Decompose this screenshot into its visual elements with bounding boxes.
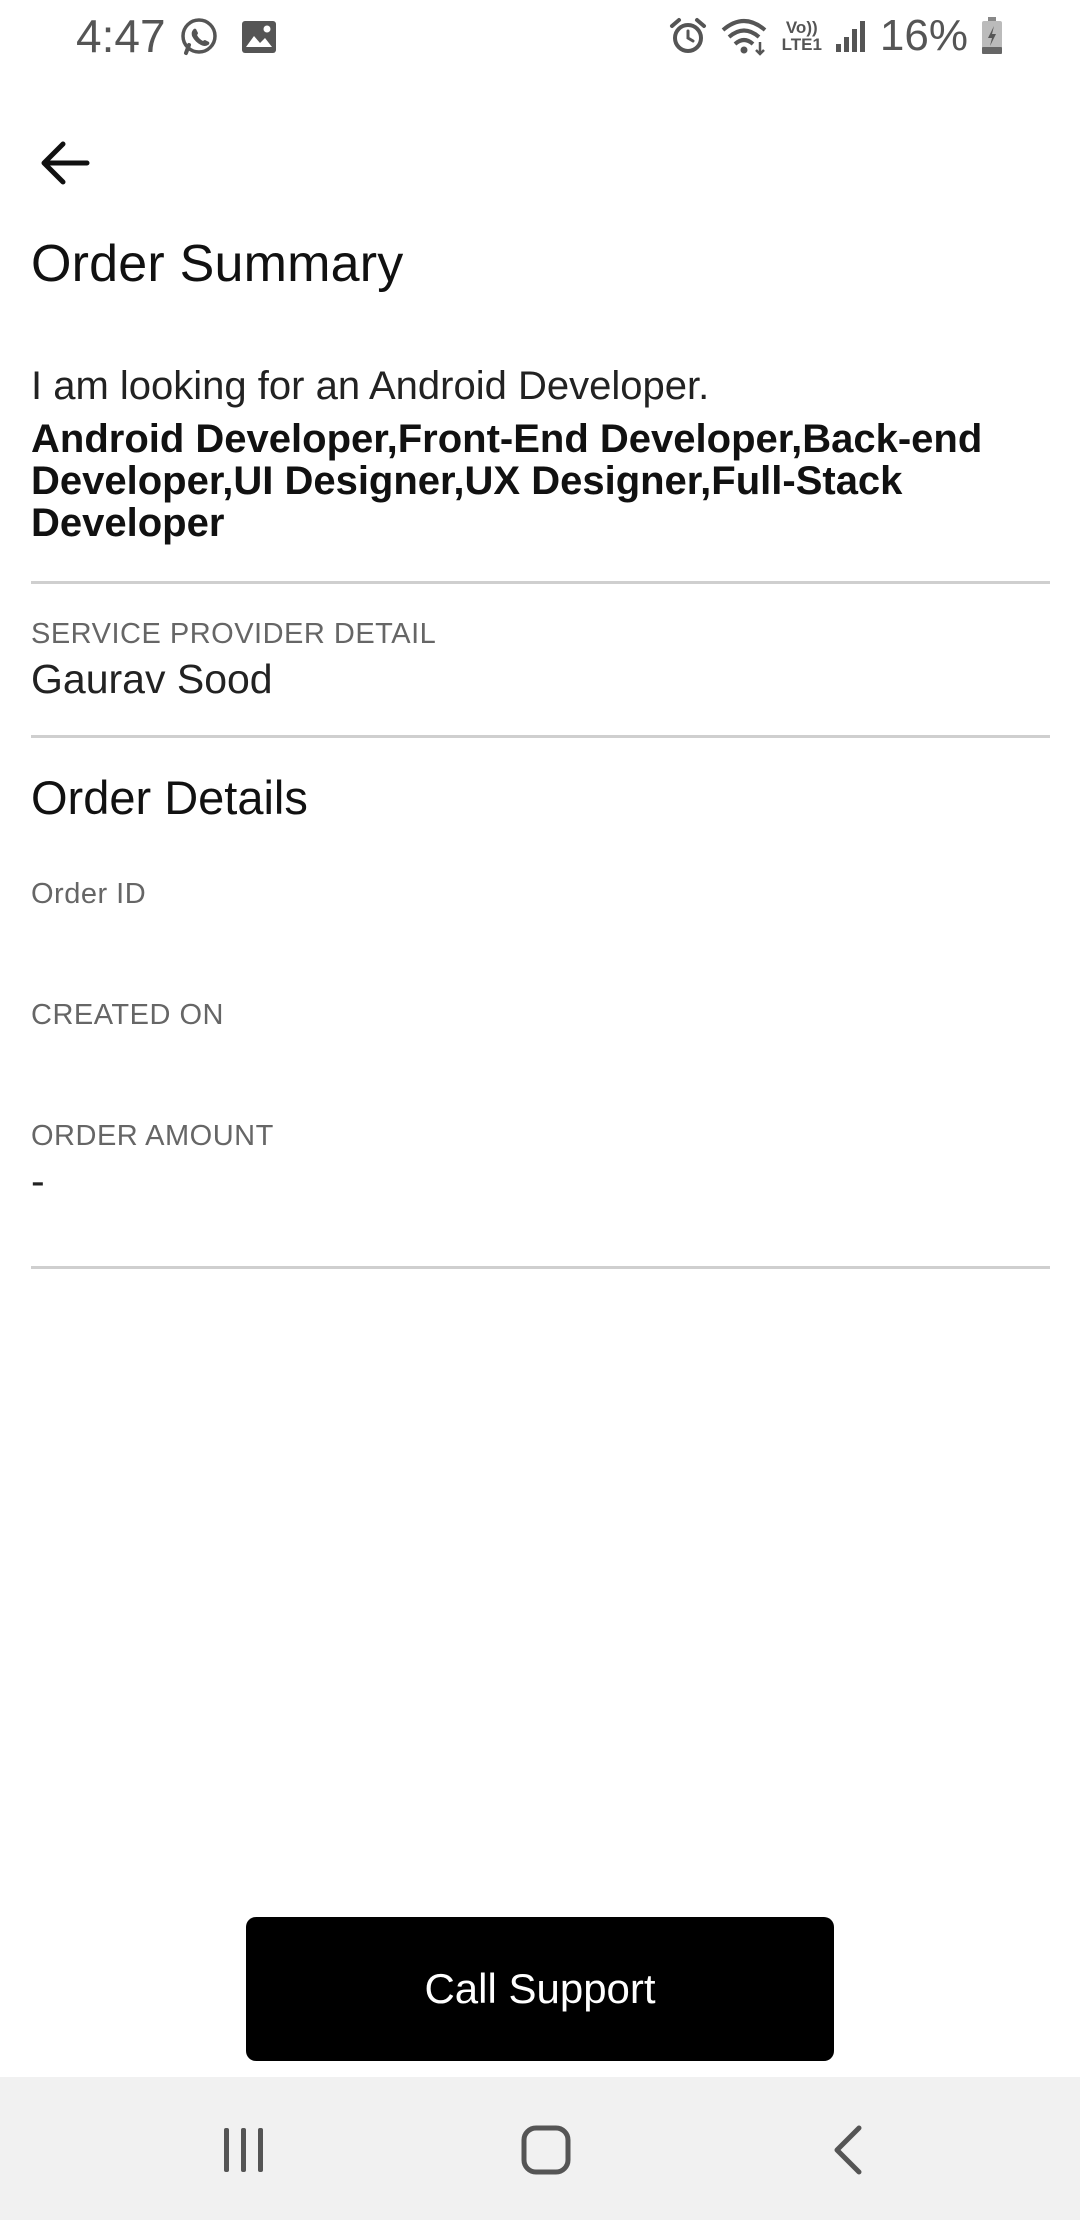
requested-roles: Android Developer,Front-End Developer,Ba… (31, 417, 983, 545)
recent-apps-button[interactable] (199, 2107, 289, 2197)
order-amount-label: ORDER AMOUNT (31, 1120, 274, 1152)
home-button[interactable] (501, 2107, 591, 2197)
back-button[interactable] (30, 130, 100, 200)
nav-back-button[interactable] (803, 2107, 893, 2197)
status-left-icons (178, 16, 278, 63)
service-provider-name: Gaurav Sood (31, 656, 273, 702)
status-time: 4:47 (76, 10, 166, 62)
battery-percent: 16% (879, 11, 968, 60)
order-amount-value: - (31, 1158, 45, 1204)
whatsapp-icon (178, 16, 220, 63)
divider (31, 1266, 1050, 1269)
gallery-icon (240, 19, 278, 60)
created-on-label: CREATED ON (31, 999, 224, 1031)
arrow-left-icon (39, 139, 91, 192)
home-icon (520, 2124, 572, 2181)
lte-indicator: Vo)) LTE1 (781, 18, 822, 54)
request-description: I am looking for an Android Developer. (31, 364, 710, 408)
recent-apps-icon (221, 2126, 267, 2179)
back-icon (831, 2124, 865, 2181)
battery-icon (980, 16, 1004, 56)
call-support-label: Call Support (424, 1965, 656, 2012)
wifi-icon (720, 16, 770, 56)
alarm-icon (668, 16, 708, 56)
page-title: Order Summary (31, 235, 404, 293)
call-support-button[interactable]: Call Support (246, 1917, 834, 2061)
divider (31, 581, 1050, 584)
status-right-icons: Vo)) LTE1 16% (668, 8, 1004, 64)
order-id-label: Order ID (31, 878, 147, 910)
order-details-title: Order Details (31, 771, 308, 824)
signal-icon (834, 18, 868, 54)
service-provider-label: SERVICE PROVIDER DETAIL (31, 618, 437, 650)
status-bar: 4:47 Vo)) LTE1 16% (0, 0, 1080, 76)
divider (31, 735, 1050, 738)
system-nav-bar (0, 2077, 1080, 2220)
